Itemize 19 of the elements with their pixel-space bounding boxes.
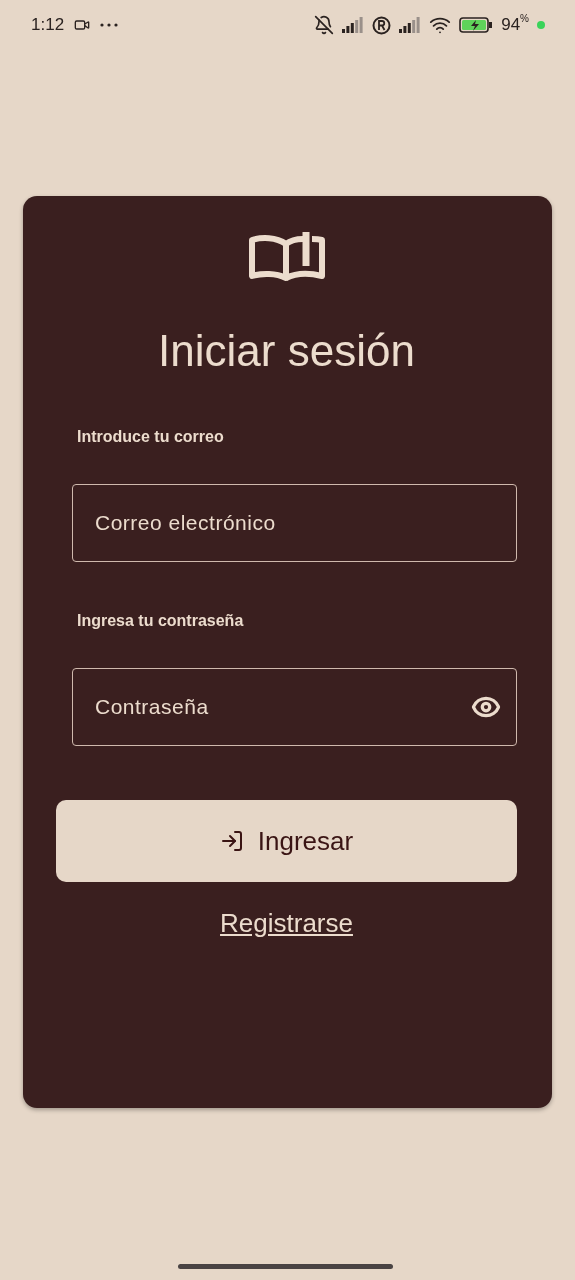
status-time: 1:12 (31, 15, 65, 35)
signal-icon (342, 17, 365, 33)
more-icon (100, 23, 119, 27)
login-button[interactable]: Ingresar (56, 800, 517, 882)
email-field[interactable]: Correo electrónico (72, 484, 517, 562)
register-link[interactable]: Registrarse (220, 908, 353, 939)
signal-icon (399, 17, 422, 33)
video-camera-icon (74, 17, 91, 33)
registered-icon (372, 15, 392, 35)
percent-sign: % (520, 12, 529, 24)
muted-bell-icon (314, 15, 335, 35)
battery-percent: 94 (501, 15, 521, 35)
login-icon (219, 829, 244, 853)
field-label: Introduce tu correo (77, 428, 225, 446)
page-title: Iniciar sesión (158, 326, 415, 376)
battery-icon (459, 17, 494, 33)
field-label: Ingresa tu contraseña (77, 612, 245, 630)
status-dot-icon (537, 21, 545, 29)
password-field[interactable]: Contraseña (72, 668, 517, 746)
